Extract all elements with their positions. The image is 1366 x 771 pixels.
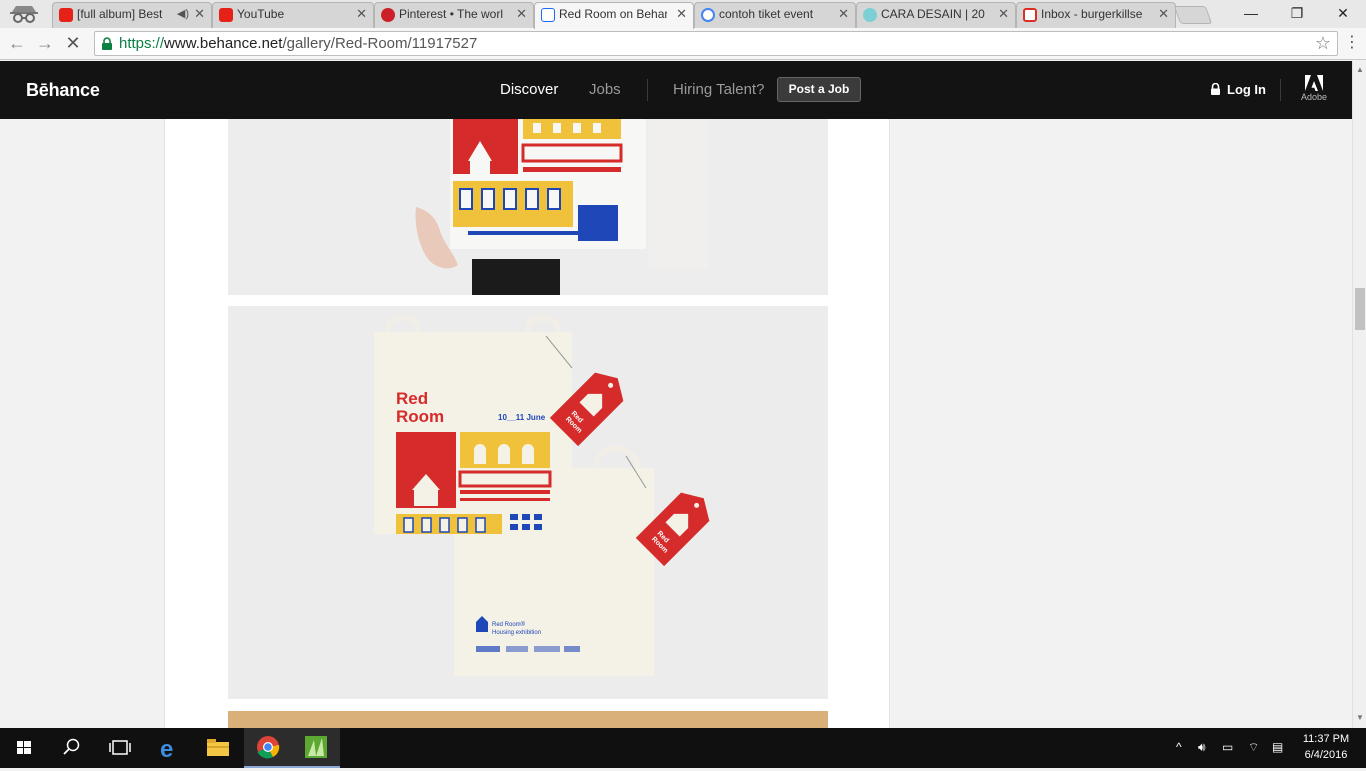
tab-title: [full album] Best	[77, 7, 163, 21]
tab-title: Red Room on Behar	[559, 7, 667, 21]
system-clock[interactable]: 11:37 PM 6/4/2016	[1298, 731, 1354, 763]
bookmark-star-icon[interactable]: ☆	[1315, 33, 1331, 54]
project-image-next[interactable]	[228, 711, 828, 728]
tab-title: YouTube	[237, 7, 285, 21]
poster-title-red: Red	[396, 389, 428, 408]
windows-taskbar: e ^ 🔊︎ ▭ ⌔ ▤ 11:37 PM 6/4/2016	[0, 728, 1366, 768]
tab-behance-red-room[interactable]: Red Room on Behar ✕	[534, 2, 694, 29]
incognito-icon	[10, 6, 38, 23]
behance-header: Bēhance Discover Jobs Hiring Talent? Pos…	[0, 61, 1352, 119]
close-tab-icon[interactable]: ✕	[194, 3, 205, 25]
behance-logo[interactable]: Bēhance	[26, 80, 100, 101]
totes-flatlay-illustration: Red Room® Housing exhibition Red Room 10…	[228, 306, 828, 699]
tab-gmail-inbox[interactable]: Inbox - burgerkillse ✕	[1016, 2, 1176, 28]
forward-button[interactable]: →	[34, 32, 56, 54]
volume-icon[interactable]: 🔊︎	[1198, 740, 1206, 755]
nav-jobs[interactable]: Jobs	[589, 81, 621, 98]
google-icon	[701, 8, 715, 22]
nav-divider	[647, 79, 648, 101]
tab-youtube-album[interactable]: [full album] Best ◀) ✕	[52, 2, 212, 28]
audio-playing-icon[interactable]: ◀)	[177, 3, 189, 25]
scrollbar-thumb[interactable]	[1355, 288, 1365, 330]
tab-title: contoh tiket event	[719, 7, 814, 21]
adobe-logo-icon	[1305, 75, 1323, 91]
image-editor-taskbar-button[interactable]	[292, 728, 340, 768]
secure-lock-icon	[102, 37, 112, 50]
browser-tab-strip: [full album] Best ◀) ✕ YouTube ✕ Pintere…	[0, 0, 1366, 29]
close-tab-icon[interactable]: ✕	[1158, 3, 1169, 25]
project-content-column: Red Room® Housing exhibition Red Room 10…	[164, 119, 890, 728]
search-icon[interactable]	[48, 728, 96, 768]
svg-text:e: e	[160, 736, 173, 763]
url-host: www.behance.net	[164, 35, 283, 52]
login-link[interactable]: Log In	[1210, 82, 1266, 97]
loading-spinner-icon	[541, 8, 555, 22]
edge-browser-icon[interactable]: e	[146, 728, 194, 768]
stop-loading-button[interactable]: ✕	[62, 32, 84, 54]
windows-start-icon[interactable]	[0, 728, 48, 768]
tab-youtube[interactable]: YouTube ✕	[212, 2, 374, 28]
chrome-taskbar-button[interactable]	[244, 728, 292, 768]
tote-carried-illustration	[228, 119, 828, 295]
poster-title-room: Room	[396, 407, 444, 426]
poster-date: 10__11 June	[498, 413, 546, 422]
close-tab-icon[interactable]: ✕	[998, 3, 1009, 25]
tab-title: Pinterest • The worl	[399, 7, 504, 21]
tab-pinterest[interactable]: Pinterest • The worl ✕	[374, 2, 534, 28]
lock-icon	[1211, 83, 1220, 95]
wifi-icon[interactable]: ⌔	[1248, 740, 1259, 755]
browser-toolbar: ← → ✕ https://www.behance.net/gallery/Re…	[0, 28, 1366, 60]
url-path: /gallery/Red-Room/11917527	[282, 35, 478, 52]
tab-title: Inbox - burgerkillse	[1041, 7, 1143, 21]
action-center-icon[interactable]: ▤	[1272, 740, 1283, 754]
scroll-up-arrow[interactable]: ▲	[1356, 65, 1364, 74]
restore-button[interactable]: ❐	[1274, 0, 1320, 28]
bag-footer-subtitle: Housing exhibition	[492, 630, 541, 636]
project-image-tote-carried[interactable]	[228, 119, 828, 295]
login-label: Log In	[1227, 82, 1266, 97]
chrome-icon	[257, 736, 280, 759]
close-tab-icon[interactable]: ✕	[676, 3, 687, 25]
project-image-totes-flatlay[interactable]: Red Room® Housing exhibition Red Room 10…	[228, 306, 828, 699]
back-button[interactable]: ←	[6, 32, 28, 54]
gmail-icon	[1023, 8, 1037, 22]
nav-discover[interactable]: Discover	[500, 81, 558, 98]
scroll-down-arrow[interactable]: ▼	[1356, 713, 1364, 722]
tab-title: CARA DESAIN | 20 D	[881, 7, 989, 21]
battery-icon[interactable]: ▭	[1222, 740, 1233, 754]
pinterest-icon	[381, 8, 395, 22]
chrome-menu-icon[interactable]: ⋮	[1344, 34, 1360, 54]
youtube-icon	[219, 8, 233, 22]
url-text: https://www.behance.net/gallery/Red-Room…	[119, 35, 477, 52]
url-scheme: https://	[119, 35, 165, 52]
adobe-link[interactable]: Adobe	[1298, 75, 1330, 102]
canva-icon	[863, 8, 877, 22]
nav-hiring-talent[interactable]: Hiring Talent?	[673, 81, 764, 98]
plant-app-icon	[305, 736, 327, 758]
close-window-button[interactable]: ✕	[1320, 0, 1366, 28]
clock-time: 11:37 PM	[1302, 733, 1350, 745]
page-scrollbar[interactable]: ▲ ▼	[1352, 61, 1366, 728]
youtube-icon	[59, 8, 73, 22]
header-divider	[1280, 79, 1281, 101]
close-tab-icon[interactable]: ✕	[356, 3, 367, 25]
clock-date: 6/4/2016	[1304, 749, 1348, 761]
project-page: Red Room® Housing exhibition Red Room 10…	[0, 119, 1352, 728]
show-hidden-icons-button[interactable]: ^	[1176, 740, 1182, 754]
address-bar[interactable]: https://www.behance.net/gallery/Red-Room…	[94, 31, 1338, 56]
new-tab-button[interactable]	[1173, 6, 1213, 24]
task-view-icon[interactable]	[96, 728, 144, 768]
close-tab-icon[interactable]: ✕	[838, 3, 849, 25]
close-tab-icon[interactable]: ✕	[516, 3, 527, 25]
adobe-label: Adobe	[1300, 92, 1328, 102]
file-explorer-icon[interactable]	[194, 728, 242, 768]
post-a-job-button[interactable]: Post a Job	[777, 77, 861, 102]
minimize-button[interactable]: —	[1228, 0, 1274, 28]
bag-footer-title: Red Room®	[492, 621, 526, 628]
tab-cara-desain[interactable]: CARA DESAIN | 20 D ✕	[856, 2, 1016, 28]
tab-google-search[interactable]: contoh tiket event ✕	[694, 2, 856, 28]
